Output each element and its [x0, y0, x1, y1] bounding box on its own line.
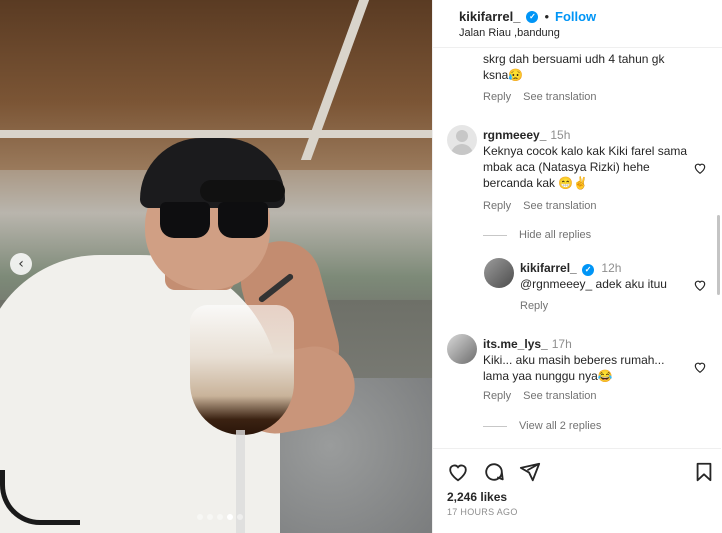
avatar[interactable]	[447, 125, 477, 155]
reply-button[interactable]: Reply	[483, 390, 511, 402]
photo-beam	[0, 130, 432, 138]
carousel-dot[interactable]	[227, 514, 233, 520]
comment-time: 17h	[551, 337, 572, 351]
post-header: kikifarrel_ ✓ • Follow Jalan Riau ,bandu…	[433, 0, 722, 48]
post-actions: 2,246 likes 17 HOURS AGO	[433, 448, 721, 533]
comment-icon[interactable]	[483, 461, 505, 483]
follow-button[interactable]: Follow	[555, 9, 596, 24]
reply-button[interactable]: Reply	[520, 300, 548, 312]
carousel-dot[interactable]	[237, 514, 243, 520]
comment-username[interactable]: rgnmeeey_	[483, 128, 546, 142]
heart-icon	[694, 362, 706, 373]
reply-button[interactable]: Reply	[483, 200, 511, 212]
photo-drink-glass	[190, 305, 294, 435]
comments-scrollbar[interactable]	[717, 215, 720, 295]
carousel-dot[interactable]	[207, 514, 213, 520]
comment-text: Kiki... aku masih beberes rumah... lama …	[483, 353, 665, 383]
likes-count[interactable]: 2,246 likes	[447, 490, 507, 504]
comment-text: Keknya cocok kalo kak Kiki farel sama mb…	[483, 144, 688, 190]
like-comment-button[interactable]	[693, 360, 707, 374]
header-separator: •	[544, 9, 549, 24]
location-link[interactable]: Jalan Riau ,bandung	[459, 27, 722, 39]
comment-time: 12h	[601, 261, 622, 275]
heart-icon	[694, 163, 706, 174]
view-replies-toggle[interactable]: View all 2 replies	[483, 420, 601, 432]
comment-username[interactable]: kikifarrel_	[520, 261, 577, 275]
see-translation-button[interactable]: See translation	[523, 390, 596, 402]
view-replies-label[interactable]: View all 2 replies	[519, 420, 601, 432]
like-comment-button[interactable]	[693, 161, 707, 175]
verified-badge-icon: ✓	[526, 10, 539, 23]
heart-icon[interactable]	[447, 461, 469, 483]
carousel-dot[interactable]	[217, 514, 223, 520]
chevron-left-icon: ‹	[18, 256, 24, 272]
hide-replies-toggle[interactable]: Hide all replies	[483, 229, 591, 241]
comment-header: its.me_lys_ 17h	[483, 336, 688, 352]
post-sidebar: kikifarrel_ ✓ • Follow Jalan Riau ,bandu…	[432, 0, 722, 533]
heart-icon	[694, 280, 706, 291]
post-photo[interactable]: ‹	[0, 0, 432, 533]
photo-sunglasses	[160, 202, 270, 240]
see-translation-button[interactable]: See translation	[523, 200, 596, 212]
comment-username[interactable]: its.me_lys_	[483, 337, 548, 351]
comment-header: rgnmeeey_ 15h	[483, 127, 688, 143]
header-username[interactable]: kikifarrel_	[459, 9, 520, 24]
verified-badge-icon: ✓	[582, 264, 595, 276]
avatar[interactable]	[447, 334, 477, 364]
comment-text: skrg dah bersuami udh 4 tahun gk ksna😥	[483, 52, 665, 82]
carousel-prev-button[interactable]: ‹	[10, 253, 32, 275]
comment-header: kikifarrel_ ✓ 12h	[520, 260, 690, 276]
bookmark-icon[interactable]	[693, 461, 715, 483]
comments-list[interactable]: skrg dah bersuami udh 4 tahun gk ksna😥 R…	[433, 48, 721, 448]
share-icon[interactable]	[519, 461, 541, 483]
avatar[interactable]	[484, 258, 514, 288]
photo-cap-brim	[200, 180, 285, 202]
like-comment-button[interactable]	[693, 278, 707, 292]
carousel-dots	[197, 514, 243, 520]
reply-button[interactable]: Reply	[483, 91, 511, 103]
hide-replies-label[interactable]: Hide all replies	[519, 229, 591, 241]
carousel-dot[interactable]	[197, 514, 203, 520]
comment-text: @rgnmeeey_ adek aku ituu	[520, 277, 667, 291]
comment-time: 15h	[550, 128, 571, 142]
see-translation-button[interactable]: See translation	[523, 91, 596, 103]
post-timestamp: 17 HOURS AGO	[447, 507, 518, 517]
